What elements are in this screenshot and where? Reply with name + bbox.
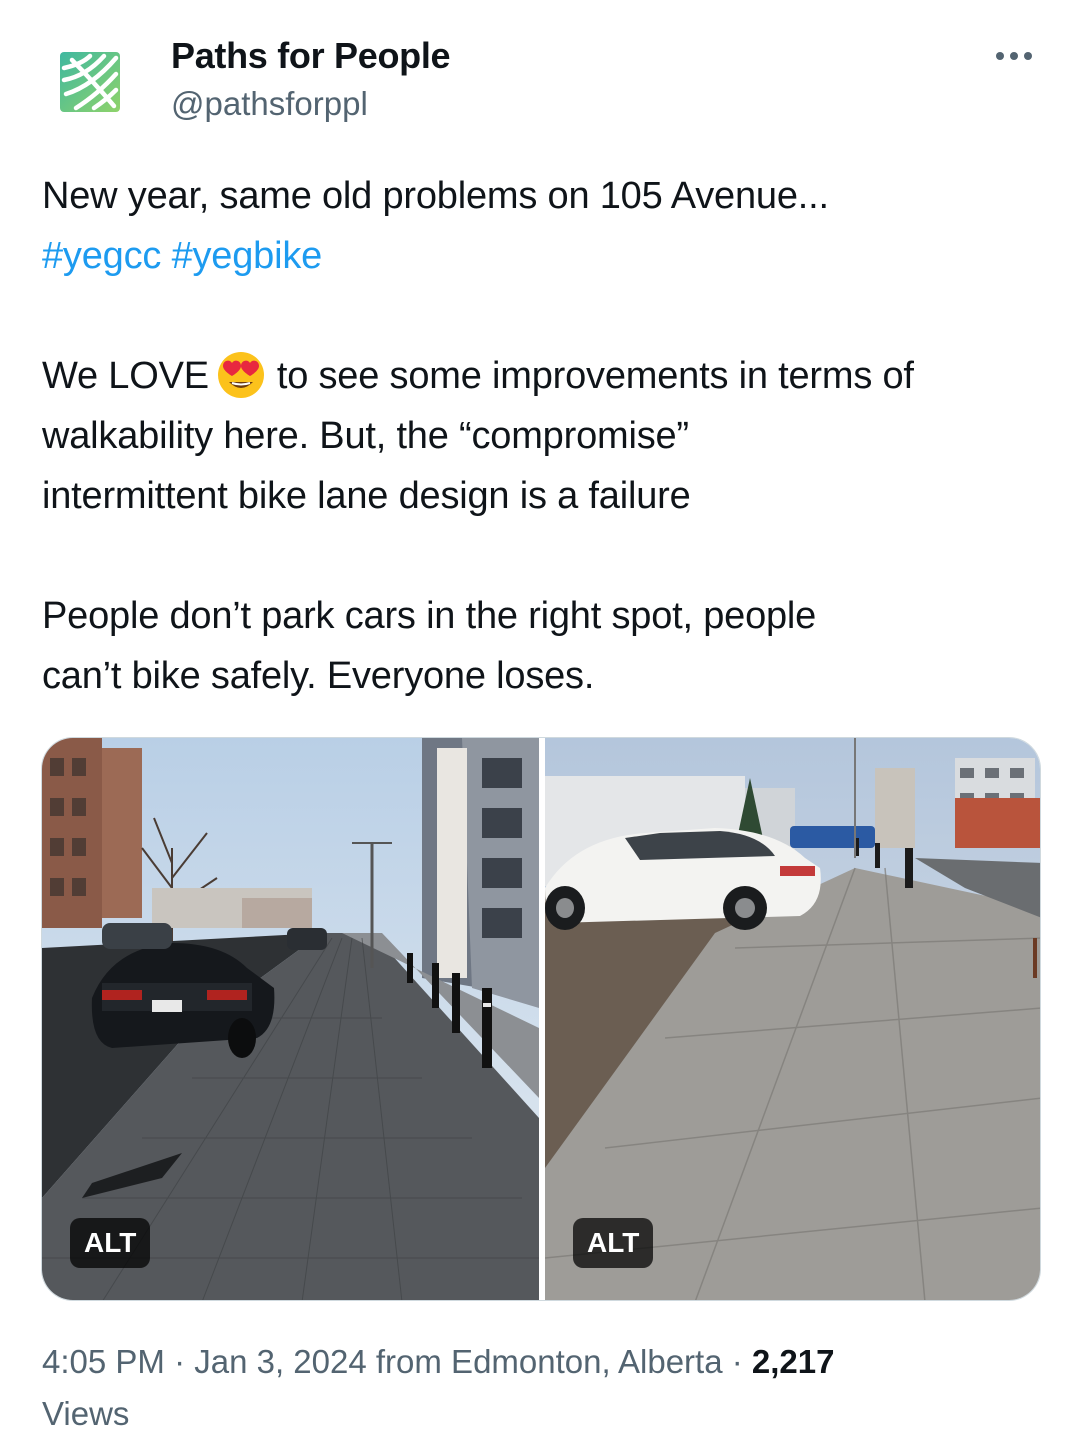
photo-car-parked-on-sidewalk[interactable]: ALT [545,738,1040,1300]
heart-eyes-emoji-icon [217,352,264,398]
tweet-line: New year, same old problems on 105 Avenu… [42,175,829,217]
tweet-date[interactable]: Jan 3, 2024 [194,1343,366,1380]
tweet-text-segment: We LOVE [42,355,209,397]
media-grid: ALT ALT [41,737,1041,1301]
author-handle[interactable]: @pathsforppl [171,85,368,123]
tweet-header: Paths for People @pathsforppl [0,0,1080,140]
tweet-line: can’t bike safely. Everyone loses. [42,655,595,697]
more-horizontal-icon [996,52,1004,60]
tweet-line: We LOVE to see some improvements in term… [42,346,1042,406]
tweet-text: New year, same old problems on 105 Avenu… [42,166,1042,706]
alt-text-button[interactable]: ALT [70,1218,151,1268]
hashtag-link[interactable]: #yegcc [42,235,161,277]
alt-text-button[interactable]: ALT [573,1218,654,1268]
parked-car-photo-image [545,738,1040,1300]
street-photo-image [42,738,539,1300]
more-options-button[interactable] [984,36,1044,76]
author-display-name[interactable]: Paths for People [171,35,451,77]
tweet-line: intermittent bike lane design is a failu… [42,475,691,517]
tweet-line: People don’t park cars in the right spot… [42,595,817,637]
paths-for-people-logo-icon [42,34,138,130]
tweet-time[interactable]: 4:05 PM [42,1343,165,1380]
avatar[interactable] [42,34,138,130]
photo-street-bike-lane[interactable]: ALT [42,738,539,1300]
hashtag-link[interactable]: #yegbike [172,235,323,277]
tweet-text-segment: to see some improvements in terms of [276,355,914,397]
views-label: Views [42,1395,130,1432]
tweet-line: walkability here. But, the “compromise” [42,415,689,457]
tweet-location: from Edmonton, Alberta [375,1343,723,1380]
hashtag-line: #yegcc #yegbike [42,226,1042,286]
tweet-metadata: 4:05 PM · Jan 3, 2024 from Edmonton, Alb… [42,1343,835,1432]
views-count: 2,217 [751,1343,835,1380]
